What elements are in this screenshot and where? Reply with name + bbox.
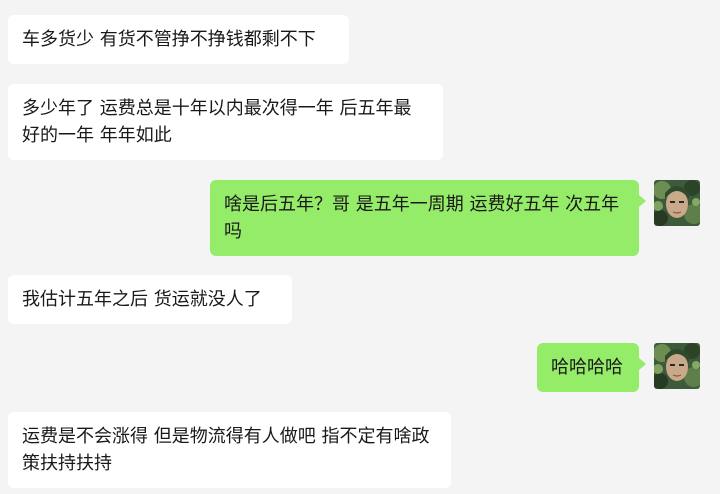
chat-message-list: 车多货少 有货不管挣不挣钱都剩不下 多少年了 运费总是十年以内最次得一年 后五年… bbox=[0, 0, 720, 494]
message-bubble-incoming[interactable]: 多少年了 运费总是十年以内最次得一年 后五年最好的一年 年年如此 bbox=[8, 84, 443, 160]
message-bubble-outgoing[interactable]: 哈哈哈哈 bbox=[537, 343, 646, 392]
self-avatar[interactable] bbox=[654, 343, 700, 389]
message-bubble-incoming[interactable]: 运费是不会涨得 但是物流得有人做吧 指不定有啥政策扶持扶持 bbox=[8, 412, 451, 488]
camouflage-soldier-avatar-icon bbox=[654, 180, 700, 226]
message-bubble-outgoing[interactable]: 啥是后五年？哥 是五年一周期 运费好五年 次五年吗 bbox=[210, 180, 646, 256]
message-bubble-incoming[interactable]: 车多货少 有货不管挣不挣钱都剩不下 bbox=[8, 15, 349, 64]
self-avatar[interactable] bbox=[654, 180, 700, 226]
message-bubble-incoming[interactable]: 我估计五年之后 货运就没人了 bbox=[8, 275, 292, 324]
camouflage-soldier-avatar-icon bbox=[654, 343, 700, 389]
